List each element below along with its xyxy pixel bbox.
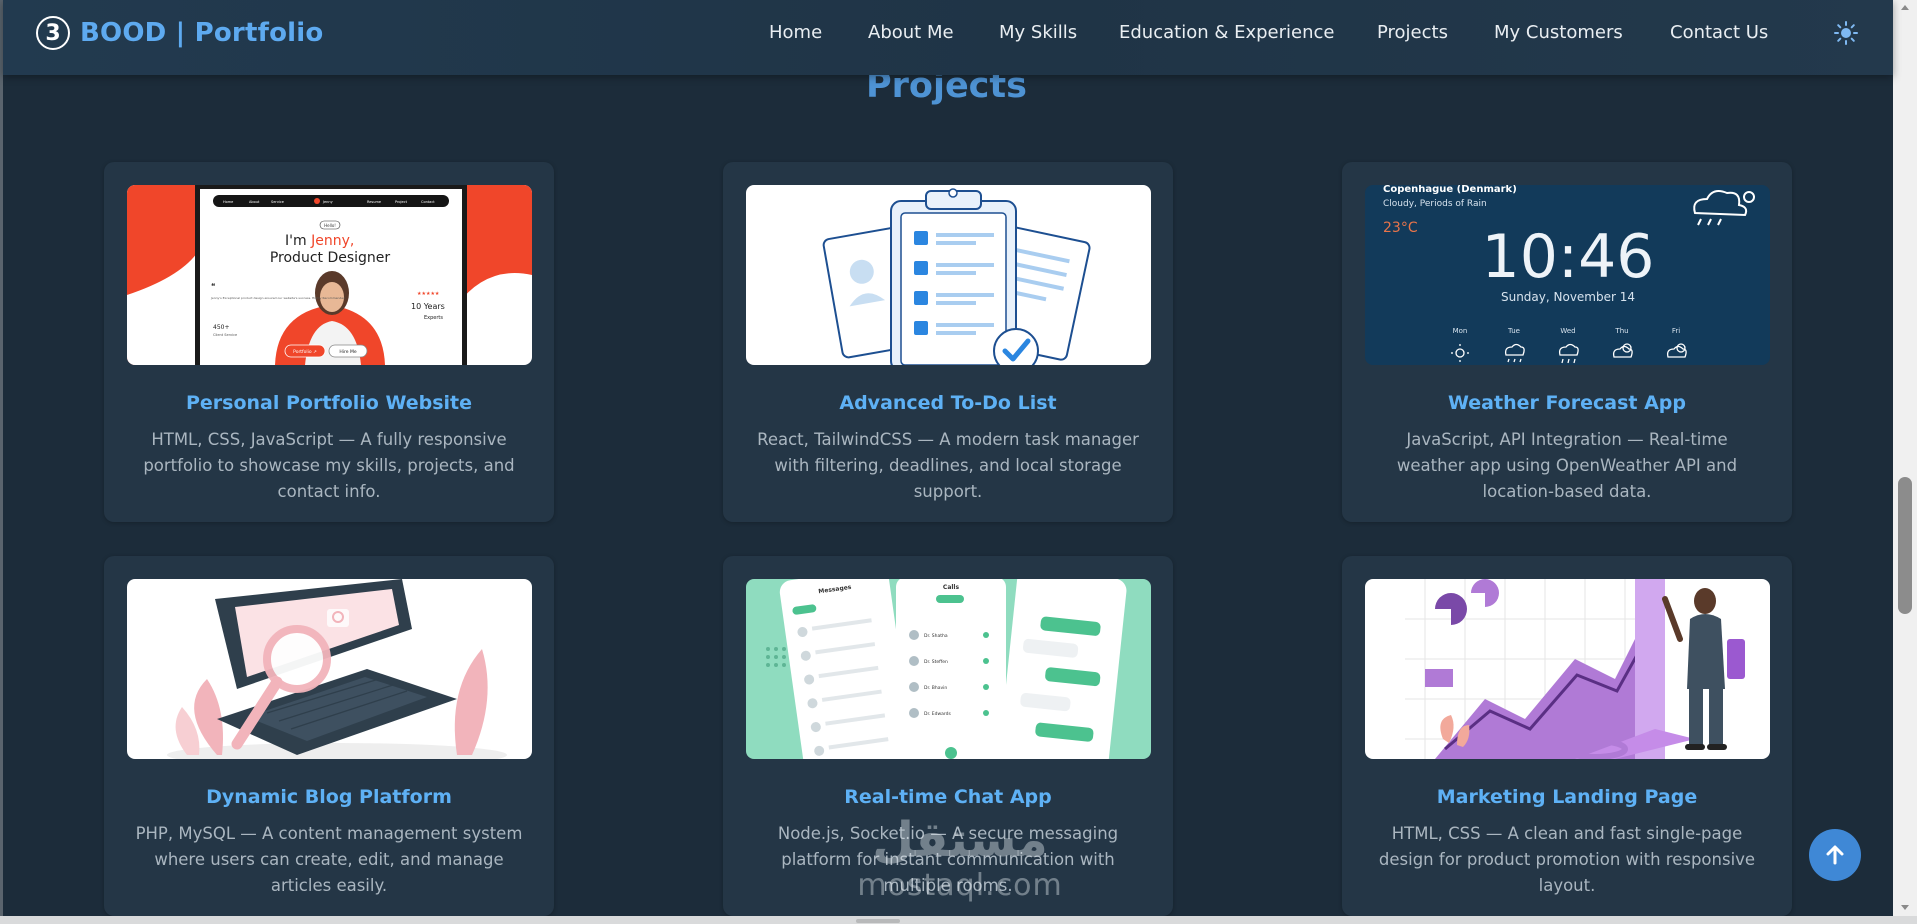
window-bottom-edge [0, 916, 1917, 924]
svg-text:Jenny: Jenny [322, 200, 333, 204]
svg-text:Portfolio ↗: Portfolio ↗ [293, 349, 317, 355]
project-thumbnail-blog [127, 579, 532, 759]
svg-text:Contact: Contact [421, 200, 435, 204]
page-scrollbar[interactable] [1893, 0, 1917, 916]
svg-text:Calls: Calls [943, 584, 960, 591]
project-description: HTML, CSS — A clean and fast single-page… [1378, 824, 1756, 895]
svg-text:Thu: Thu [1614, 327, 1628, 335]
svg-text:Hire Me: Hire Me [339, 349, 356, 355]
scroll-up-arrow-icon[interactable] [1901, 5, 1909, 10]
project-card-portfolio[interactable]: Home About Service Jenny Resume Project … [104, 162, 554, 522]
svg-text:Resume: Resume [367, 200, 381, 204]
svg-text:Dr. Shatha: Dr. Shatha [924, 633, 948, 639]
svg-text:23°C: 23°C [1383, 220, 1418, 236]
scroll-down-arrow-icon[interactable] [1901, 905, 1909, 910]
project-thumbnail-chat: Messages Calls Dr. Shatha Dr. Steffen Dr… [746, 579, 1151, 759]
svg-text:Copenhague (Denmark): Copenhague (Denmark) [1383, 185, 1517, 195]
svg-text:Dr. Bhavin: Dr. Bhavin [924, 685, 947, 691]
project-description: React, TailwindCSS — A modern task manag… [757, 430, 1139, 501]
brand-logo[interactable]: 3 BOOD | Portfolio [36, 15, 323, 51]
back-to-top-button[interactable] [1809, 829, 1861, 881]
project-thumbnail-todo [746, 185, 1151, 365]
svg-text:Wed: Wed [1560, 327, 1575, 335]
svg-text:Experts: Experts [424, 315, 443, 321]
project-description: JavaScript, API Integration — Real-time … [1396, 430, 1738, 501]
project-card-todo[interactable]: Advanced To-Do List React, TailwindCSS —… [723, 162, 1173, 522]
svg-text:Dr. Edwards: Dr. Edwards [924, 711, 952, 717]
project-card-blog[interactable]: Dynamic Blog Platform PHP, MySQL — A con… [104, 556, 554, 916]
nav-about-me[interactable]: About Me [868, 22, 954, 43]
svg-text:About: About [249, 200, 260, 204]
svg-text:Cloudy, Periods of Rain: Cloudy, Periods of Rain [1383, 199, 1487, 209]
project-card-marketing[interactable]: Marketing Landing Page HTML, CSS — A cle… [1342, 556, 1792, 916]
svg-text:Service: Service [271, 200, 284, 204]
nav-my-skills[interactable]: My Skills [999, 22, 1077, 43]
sun-icon[interactable] [1833, 20, 1859, 46]
project-card-weather[interactable]: Copenhague (Denmark) Cloudy, Periods of … [1342, 162, 1792, 522]
scrollbar-thumb[interactable] [1898, 477, 1912, 614]
project-title[interactable]: Real-time Chat App [723, 786, 1173, 808]
svg-text:Hello!: Hello! [324, 223, 336, 228]
project-thumbnail-weather: Copenhague (Denmark) Cloudy, Periods of … [1365, 185, 1770, 365]
resize-grip[interactable] [856, 919, 900, 923]
nav-education-experience[interactable]: Education & Experience [1119, 22, 1334, 43]
svg-text:Client Service: Client Service [213, 333, 237, 337]
nav-contact-us[interactable]: Contact Us [1670, 22, 1768, 43]
arrow-up-icon [1826, 845, 1844, 865]
project-description: HTML, CSS, JavaScript — A fully responsi… [143, 430, 515, 501]
svg-text:❝: ❝ [211, 282, 215, 291]
nav-projects[interactable]: Projects [1377, 22, 1448, 43]
project-description: PHP, MySQL — A content management system… [135, 824, 523, 895]
svg-text:Jenny's Exceptional product de: Jenny's Exceptional product design ensur… [210, 296, 345, 300]
project-thumbnail-marketing [1365, 579, 1770, 759]
brand-badge: 3 [36, 16, 70, 50]
svg-text:Mon: Mon [1453, 327, 1468, 335]
svg-text:10 Years: 10 Years [411, 302, 445, 311]
svg-text:Tue: Tue [1507, 327, 1520, 335]
project-title[interactable]: Marketing Landing Page [1342, 786, 1792, 808]
svg-text:★★★★★: ★★★★★ [417, 291, 440, 297]
svg-text:Project: Project [395, 200, 408, 204]
project-card-chat[interactable]: Messages Calls Dr. Shatha Dr. Steffen Dr… [723, 556, 1173, 916]
svg-text:Product Designer: Product Designer [270, 250, 391, 266]
svg-text:Dr. Steffen: Dr. Steffen [924, 659, 948, 665]
project-thumbnail-portfolio: Home About Service Jenny Resume Project … [127, 185, 532, 365]
svg-text:450+: 450+ [213, 324, 229, 331]
svg-text:Sunday, November 14: Sunday, November 14 [1501, 290, 1635, 304]
project-title[interactable]: Personal Portfolio Website [104, 392, 554, 414]
project-title[interactable]: Dynamic Blog Platform [104, 786, 554, 808]
svg-text:Fri: Fri [1672, 327, 1680, 335]
nav-my-customers[interactable]: My Customers [1494, 22, 1623, 43]
window-left-edge [0, 0, 3, 924]
project-title[interactable]: Weather Forecast App [1342, 392, 1792, 414]
svg-text:I'm Jenny,: I'm Jenny, [285, 233, 354, 249]
svg-text:Home: Home [223, 200, 233, 204]
top-navbar: 3 BOOD | Portfolio Home About Me My Skil… [3, 0, 1893, 75]
nav-home[interactable]: Home [769, 22, 822, 43]
svg-text:10:46: 10:46 [1482, 222, 1655, 292]
brand-text: BOOD | Portfolio [80, 18, 324, 48]
project-description: Node.js, Socket.io — A secure messaging … [777, 824, 1119, 895]
project-title[interactable]: Advanced To-Do List [723, 392, 1173, 414]
